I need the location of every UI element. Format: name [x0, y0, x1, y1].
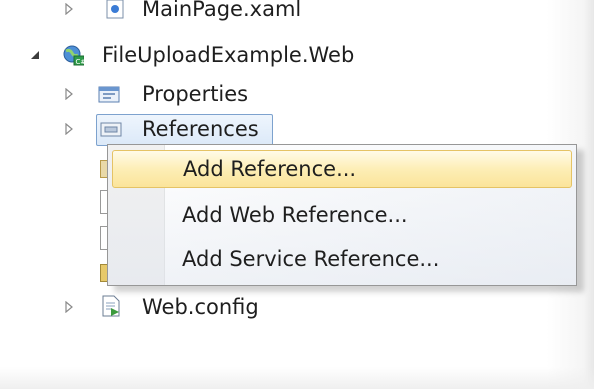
panel-edge	[584, 0, 594, 389]
svg-text:C#: C#	[76, 58, 85, 66]
xaml-file-icon	[104, 0, 126, 20]
menu-item-add-web-reference[interactable]: Add Web Reference...	[112, 196, 572, 234]
config-file-icon	[100, 295, 122, 317]
tree-item-references[interactable]: References	[0, 114, 400, 144]
menu-item-add-service-reference[interactable]: Add Service Reference...	[112, 240, 572, 278]
tree-item-web-project[interactable]: C# FileUploadExample.Web	[0, 40, 420, 70]
tree-item-label: Web.config	[142, 295, 259, 319]
tree-item-label: MainPage.xaml	[142, 0, 302, 21]
tree-item-label: References	[142, 117, 259, 141]
expand-arrow-icon[interactable]	[62, 122, 76, 136]
menu-item-label: Add Reference...	[183, 157, 357, 181]
properties-icon	[98, 83, 120, 105]
menu-item-add-reference[interactable]: Add Reference...	[112, 150, 572, 188]
collapse-arrow-icon[interactable]	[28, 48, 42, 62]
menu-item-label: Add Service Reference...	[182, 247, 440, 271]
references-folder-icon	[100, 118, 122, 140]
tree-item-mainpage-xaml[interactable]: MainPage.xaml	[0, 0, 400, 24]
panel-edge	[0, 367, 594, 389]
tree-item-label: Properties	[142, 82, 249, 106]
expand-arrow-icon[interactable]	[62, 2, 76, 16]
tree-item-properties[interactable]: Properties	[0, 79, 400, 109]
tree-item-web-config[interactable]: Web.config	[0, 292, 400, 322]
context-menu: Add Reference... Add Web Reference... Ad…	[107, 144, 577, 286]
expand-arrow-icon[interactable]	[62, 87, 76, 101]
tree-item-label: FileUploadExample.Web	[102, 43, 355, 67]
menu-item-label: Add Web Reference...	[182, 203, 408, 227]
expand-arrow-icon[interactable]	[62, 300, 76, 314]
web-project-icon: C#	[62, 44, 84, 66]
